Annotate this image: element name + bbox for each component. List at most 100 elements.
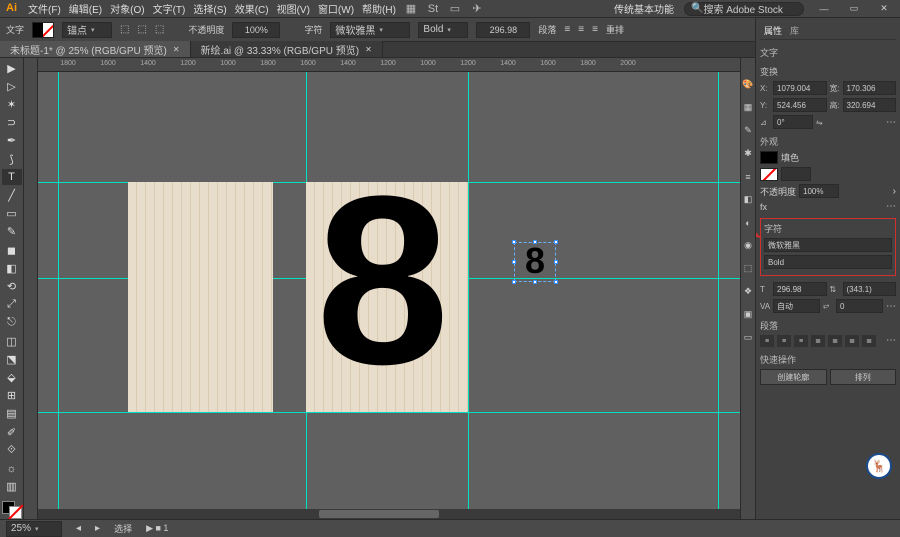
guide[interactable] xyxy=(58,72,59,519)
shaper-tool[interactable]: ◼ xyxy=(2,242,22,258)
more-icon[interactable]: ⋯ xyxy=(886,117,896,128)
artboards-panel-icon[interactable]: ▭ xyxy=(742,331,755,344)
font-size[interactable]: 296.98 xyxy=(476,22,530,38)
guide[interactable] xyxy=(468,72,469,519)
pen-tool[interactable]: ✒ xyxy=(2,133,22,149)
gpu-icon[interactable]: ✈ xyxy=(470,2,484,16)
canvas[interactable]: 8 8 xyxy=(38,72,740,519)
stroke-panel-icon[interactable]: ≡ xyxy=(742,170,755,183)
menu-effect[interactable]: 效果(C) xyxy=(235,1,269,16)
align-l[interactable]: ≡ xyxy=(760,335,774,347)
doc-tab-2[interactable]: 新绘.ai @ 33.33% (RGB/GPU 预览)✕ xyxy=(191,41,383,57)
more-icon[interactable]: ⋯ xyxy=(886,301,896,312)
magic-wand-tool[interactable]: ✶ xyxy=(2,96,22,112)
symbols-panel-icon[interactable]: ✱ xyxy=(742,147,755,160)
window-min[interactable]: — xyxy=(814,2,834,16)
gradient-tool[interactable]: ▤ xyxy=(2,406,22,422)
anchor-b-icon[interactable]: ⬚ xyxy=(137,24,146,35)
window-max[interactable]: ▭ xyxy=(844,2,864,16)
font-weight-field[interactable]: Bold xyxy=(764,255,892,269)
doc-tab-1[interactable]: 未标题-1* @ 25% (RGB/GPU 预览)✕ xyxy=(0,41,191,57)
menu-help[interactable]: 帮助(H) xyxy=(362,1,396,16)
close-icon[interactable]: ✕ xyxy=(365,45,372,54)
align-center-icon[interactable]: ≡ xyxy=(578,24,584,35)
symbol-tool[interactable]: ☼ xyxy=(2,460,22,476)
justify-c[interactable]: ≣ xyxy=(828,335,842,347)
align-r[interactable]: ≡ xyxy=(794,335,808,347)
workspace-switcher[interactable]: 传统基本功能 xyxy=(614,1,674,16)
stroke-w[interactable] xyxy=(781,167,811,181)
h-scrollbar[interactable] xyxy=(38,509,740,519)
search-input[interactable]: 🔍 搜索 Adobe Stock xyxy=(684,2,804,16)
reflow-label[interactable]: 重排 xyxy=(606,23,624,36)
menu-select[interactable]: 选择(S) xyxy=(193,1,226,16)
perspective-tool[interactable]: ⬙ xyxy=(2,369,22,385)
stock-icon[interactable]: St xyxy=(426,2,440,16)
close-icon[interactable]: ✕ xyxy=(173,45,180,54)
flip-h-icon[interactable]: ⇋ xyxy=(816,118,826,127)
menu-window[interactable]: 窗口(W) xyxy=(318,1,354,16)
fill-stroke-tool[interactable] xyxy=(2,501,22,519)
appearance-panel-icon[interactable]: ◉ xyxy=(742,239,755,252)
menu-view[interactable]: 视图(V) xyxy=(277,1,310,16)
canvas-area[interactable]: 1800 1600 1400 1200 1000 1800 1600 1400 … xyxy=(24,58,740,519)
window-close[interactable]: ✕ xyxy=(874,2,894,16)
libraries-tab[interactable]: 库 xyxy=(790,24,799,37)
leading-field[interactable]: (343.1) xyxy=(843,282,897,296)
x-field[interactable]: 1079.004 xyxy=(773,81,827,95)
lasso-tool[interactable]: ⊃ xyxy=(2,115,22,131)
type-tool[interactable]: T xyxy=(2,169,22,185)
align-left-icon[interactable]: ≡ xyxy=(564,24,570,35)
tracking-field[interactable]: 自动 xyxy=(773,299,820,313)
font-weight[interactable]: Bold▾ xyxy=(418,22,468,38)
menu-type[interactable]: 文字(T) xyxy=(153,1,186,16)
graphic-styles-icon[interactable]: ⬚ xyxy=(742,262,755,275)
anchor-a-icon[interactable]: ⬚ xyxy=(120,24,129,35)
y-field[interactable]: 524.456 xyxy=(773,98,827,112)
justify-r[interactable]: ≣ xyxy=(845,335,859,347)
angle-field[interactable]: 0° xyxy=(773,115,813,129)
blend-tool[interactable]: ⟐ xyxy=(2,442,22,458)
curvature-tool[interactable]: ⟆ xyxy=(2,151,22,167)
fill-stroke-swatch[interactable] xyxy=(32,22,54,38)
swatches-panel-icon[interactable]: ▦ xyxy=(742,101,755,114)
nav-prev-icon[interactable]: ◂ xyxy=(76,523,81,534)
w-field[interactable]: 170.306 xyxy=(843,81,897,95)
align-right-icon[interactable]: ≡ xyxy=(592,24,598,35)
brush-tool[interactable]: ✎ xyxy=(2,224,22,240)
rect-tool[interactable]: ▭ xyxy=(2,206,22,222)
selection-tool[interactable]: ▶ xyxy=(2,60,22,76)
menu-edit[interactable]: 编辑(E) xyxy=(69,1,102,16)
menu-object[interactable]: 对象(O) xyxy=(110,1,144,16)
eraser-tool[interactable]: ◧ xyxy=(2,260,22,276)
opacity-field[interactable]: 100% xyxy=(799,184,839,198)
width-tool[interactable]: ⎋ xyxy=(2,315,22,331)
fx-button[interactable]: fx xyxy=(760,202,767,212)
rotate-tool[interactable]: ⟲ xyxy=(2,278,22,294)
props-tab[interactable]: 属性 xyxy=(764,24,782,37)
zoom-dropdown[interactable]: 25%▾ xyxy=(6,521,62,537)
create-outlines-button[interactable]: 创建轮廓 xyxy=(760,369,827,385)
more-icon[interactable]: ⋯ xyxy=(886,201,896,212)
transparency-panel-icon[interactable]: ◐ xyxy=(742,216,755,229)
free-transform-tool[interactable]: ◫ xyxy=(2,333,22,349)
menu-file[interactable]: 文件(F) xyxy=(28,1,61,16)
gradient-panel-icon[interactable]: ◧ xyxy=(742,193,755,206)
opacity-field[interactable]: 100% xyxy=(232,22,280,38)
justify-l[interactable]: ≣ xyxy=(811,335,825,347)
color-panel-icon[interactable]: 🎨 xyxy=(742,78,755,91)
scale-tool[interactable]: ⤢ xyxy=(2,297,22,313)
guide[interactable] xyxy=(718,72,719,519)
bridge-icon[interactable]: ▦ xyxy=(404,2,418,16)
align-c[interactable]: ≡ xyxy=(777,335,791,347)
justify-a[interactable]: ≣ xyxy=(862,335,876,347)
arrange-button[interactable]: 排列 xyxy=(830,369,897,385)
kern-field[interactable]: 0 xyxy=(836,299,883,313)
selected-text-object[interactable]: 8 xyxy=(514,242,556,282)
line-tool[interactable]: ╱ xyxy=(2,187,22,203)
anchor-c-icon[interactable]: ⬚ xyxy=(155,24,164,35)
arrange-icon[interactable]: ▭ xyxy=(448,2,462,16)
font-family[interactable]: 微软雅黑▾ xyxy=(330,22,410,38)
graph-tool[interactable]: ▥ xyxy=(2,479,22,495)
stroke-swatch[interactable] xyxy=(760,168,778,181)
